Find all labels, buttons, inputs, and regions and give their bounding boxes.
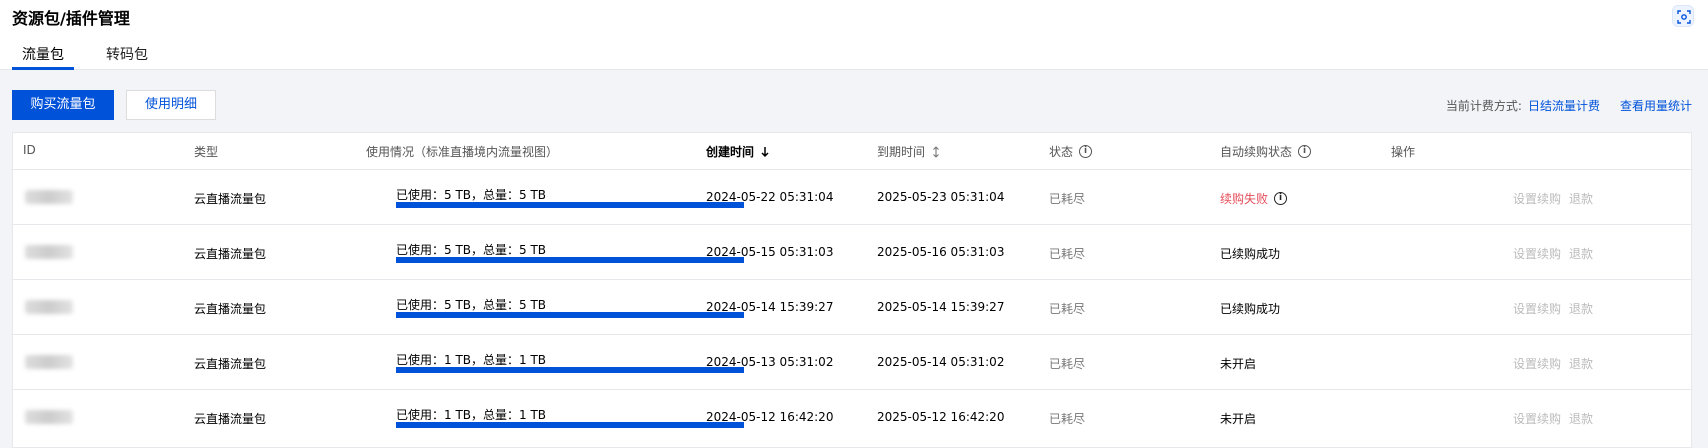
page-header: 资源包/插件管理 流量包 转码包: [0, 0, 1708, 70]
row-expire-time: 2025-05-12 16:42:20: [877, 410, 1005, 424]
refund-action[interactable]: 退款: [1569, 300, 1593, 317]
row-actions: 设置续购 退款: [1513, 190, 1593, 207]
row-expire-time: 2025-05-16 05:31:03: [877, 245, 1005, 259]
billing-prefix: 当前计费方式:: [1445, 99, 1522, 113]
billing-method-link[interactable]: 日结流量计费: [1528, 97, 1600, 114]
row-auto-renew: 已续购成功: [1220, 302, 1281, 316]
page-title: 资源包/插件管理: [12, 9, 130, 28]
row-status: 已耗尽: [1049, 247, 1086, 261]
set-renew-action[interactable]: 设置续购: [1513, 190, 1561, 207]
row-actions: 设置续购 退款: [1513, 355, 1593, 372]
header-status-label: 状态: [1049, 145, 1074, 159]
id-redacted: [25, 190, 73, 204]
row-auto-renew: 未开启: [1220, 357, 1257, 371]
renew-status-label: 续购失败: [1220, 192, 1269, 206]
header-auto-renew-label: 自动续购状态: [1220, 145, 1293, 159]
row-status: 已耗尽: [1049, 192, 1086, 206]
row-expire-time: 2025-05-23 05:31:04: [877, 190, 1005, 204]
package-table: ID 类型 使用情况（标准直播境内流量视图） 创建时间 到期时间 状态 i 自动…: [12, 132, 1692, 448]
header-type: 类型: [194, 145, 219, 159]
header-usage: 使用情况（标准直播境内流量视图）: [366, 145, 559, 159]
scan-icon[interactable]: [1672, 5, 1694, 27]
toolbar: 购买流量包 使用明细: [12, 90, 216, 120]
row-created-time: 2024-05-15 05:31:03: [706, 245, 834, 259]
row-created-time: 2024-05-22 05:31:04: [706, 190, 834, 204]
row-actions: 设置续购 退款: [1513, 410, 1593, 427]
table-row: 云直播流量包 已使用：5 TB，总量：5 TB 2024-05-14 15:39…: [13, 280, 1691, 335]
table-row: 云直播流量包 已使用：5 TB，总量：5 TB 2024-05-22 05:31…: [13, 170, 1691, 225]
set-renew-action[interactable]: 设置续购: [1513, 300, 1561, 317]
row-actions: 设置续购 退款: [1513, 245, 1593, 262]
row-type: 云直播流量包: [194, 412, 267, 426]
row-created-time: 2024-05-14 15:39:27: [706, 300, 834, 314]
row-type: 云直播流量包: [194, 302, 267, 316]
info-icon[interactable]: i: [1298, 145, 1312, 158]
row-created-time: 2024-05-12 16:42:20: [706, 410, 834, 424]
row-actions: 设置续购 退款: [1513, 300, 1593, 317]
header-created-time[interactable]: 创建时间: [706, 143, 770, 160]
id-redacted: [25, 300, 73, 314]
header-created-label: 创建时间: [706, 145, 755, 159]
row-type: 云直播流量包: [194, 192, 267, 206]
row-status: 已耗尽: [1049, 357, 1086, 371]
row-status: 已耗尽: [1049, 302, 1086, 316]
refund-action[interactable]: 退款: [1569, 245, 1593, 262]
row-usage-text: 已使用：1 TB，总量：1 TB: [396, 408, 547, 422]
header-actions: 操作: [1391, 145, 1416, 159]
usage-stats-link[interactable]: 查看用量统计: [1620, 97, 1692, 114]
usage-detail-button[interactable]: 使用明细: [126, 90, 216, 120]
refund-action[interactable]: 退款: [1569, 190, 1593, 207]
row-type: 云直播流量包: [194, 357, 267, 371]
row-usage-text: 已使用：5 TB，总量：5 TB: [396, 188, 547, 202]
table-row: 云直播流量包 已使用：5 TB，总量：5 TB 2024-05-15 05:31…: [13, 225, 1691, 280]
id-redacted: [25, 355, 73, 369]
row-auto-renew: 已续购成功: [1220, 247, 1281, 261]
billing-info: 当前计费方式: 日结流量计费 查看用量统计: [1446, 97, 1692, 114]
row-status: 已耗尽: [1049, 412, 1086, 426]
row-expire-time: 2025-05-14 05:31:02: [877, 355, 1005, 369]
usage-progress-bar: [396, 422, 744, 428]
usage-progress-bar: [396, 202, 744, 208]
set-renew-action[interactable]: 设置续购: [1513, 245, 1561, 262]
header-auto-renew: 自动续购状态 i: [1220, 143, 1312, 160]
info-icon[interactable]: i: [1274, 192, 1288, 205]
row-usage-text: 已使用：5 TB，总量：5 TB: [396, 243, 547, 257]
row-created-time: 2024-05-13 05:31:02: [706, 355, 834, 369]
tab-traffic-package[interactable]: 流量包: [12, 44, 74, 70]
row-usage-text: 已使用：1 TB，总量：1 TB: [396, 353, 547, 367]
header-id: ID: [23, 143, 36, 157]
info-icon[interactable]: i: [1079, 145, 1093, 158]
table-row: 云直播流量包 已使用：1 TB，总量：1 TB 2024-05-12 16:42…: [13, 390, 1691, 445]
sort-desc-icon[interactable]: [760, 146, 770, 158]
row-auto-renew: 续购失败 i: [1220, 190, 1288, 207]
table-header: ID 类型 使用情况（标准直播境内流量视图） 创建时间 到期时间 状态 i 自动…: [13, 133, 1691, 170]
table-row: 云直播流量包 已使用：1 TB，总量：1 TB 2024-05-13 05:31…: [13, 335, 1691, 390]
tab-bar: 流量包 转码包: [12, 44, 180, 70]
set-renew-action[interactable]: 设置续购: [1513, 410, 1561, 427]
refund-action[interactable]: 退款: [1569, 410, 1593, 427]
row-expire-time: 2025-05-14 15:39:27: [877, 300, 1005, 314]
header-expire-label: 到期时间: [877, 145, 926, 159]
buy-traffic-package-button[interactable]: 购买流量包: [12, 90, 114, 120]
id-redacted: [25, 410, 73, 424]
header-expire-time[interactable]: 到期时间: [877, 143, 941, 160]
tab-transcode-package[interactable]: 转码包: [96, 44, 158, 70]
id-redacted: [25, 245, 73, 259]
usage-progress-bar: [396, 257, 744, 263]
row-type: 云直播流量包: [194, 247, 267, 261]
usage-progress-bar: [396, 367, 744, 373]
usage-progress-bar: [396, 312, 744, 318]
row-usage-text: 已使用：5 TB，总量：5 TB: [396, 298, 547, 312]
sort-icon[interactable]: [931, 145, 941, 158]
refund-action[interactable]: 退款: [1569, 355, 1593, 372]
row-auto-renew: 未开启: [1220, 412, 1257, 426]
header-status: 状态 i: [1049, 143, 1093, 160]
set-renew-action[interactable]: 设置续购: [1513, 355, 1561, 372]
